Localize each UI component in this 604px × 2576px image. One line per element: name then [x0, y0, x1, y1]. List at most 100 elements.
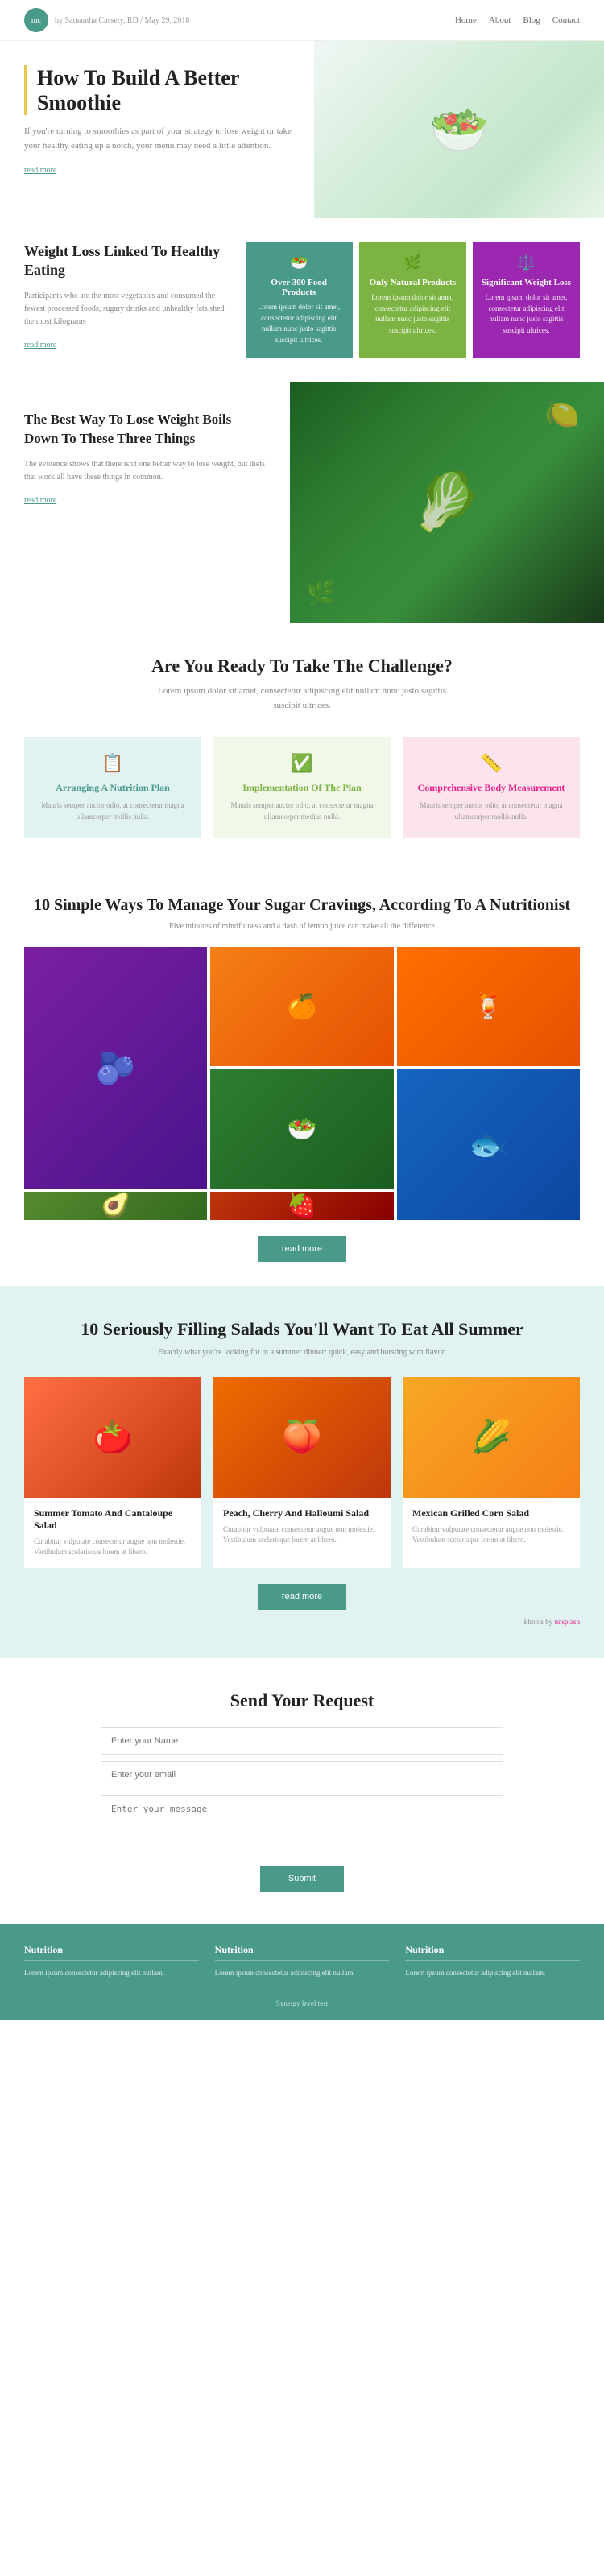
hero-image: 🥗	[314, 41, 604, 218]
footer-col-2-title: Nutrition	[405, 1944, 580, 1961]
challenge-card-1-title: Implementation Of The Plan	[225, 782, 379, 794]
challenge-subtitle: Lorem ipsum dolor sit amet, consectetur …	[149, 684, 455, 713]
photo-cell-1: 🍊	[210, 947, 393, 1066]
feature-card-0: 🥗 Over 300 Food Products Lorem ipsum dol…	[246, 242, 353, 358]
salads-footer: read more Photos by unsplash	[24, 1584, 580, 1626]
sugar-section: 10 Simple Ways To Manage Your Sugar Crav…	[0, 870, 604, 1286]
food-visual-3: 🌿	[306, 579, 336, 607]
footer: Nutrition Lorem ipsum consectetur adipis…	[0, 1924, 604, 2020]
footer-col-0-title: Nutrition	[24, 1944, 199, 1961]
contact-form: Submit	[101, 1727, 503, 1892]
contact-section: Send Your Request Submit	[0, 1658, 604, 1924]
salad-desc-2: Curabitur vulputate consectetur augue no…	[412, 1524, 570, 1546]
photos-by-author[interactable]: unsplash	[555, 1618, 581, 1626]
footer-col-0: Nutrition Lorem ipsum consectetur adipis…	[24, 1944, 199, 1979]
nav-about[interactable]: About	[489, 15, 511, 25]
footer-col-1: Nutrition Lorem ipsum consectetur adipis…	[215, 1944, 390, 1979]
nav-contact[interactable]: Contact	[552, 15, 580, 25]
contact-email-input[interactable]	[101, 1761, 503, 1788]
salad-name-2: Mexican Grilled Corn Salad	[412, 1507, 570, 1520]
salads-readmore-button[interactable]: read more	[258, 1584, 346, 1610]
salads-title: 10 Seriously Filling Salads You'll Want …	[24, 1318, 580, 1342]
salad-desc-0: Curabitur vulputate consectetur augue no…	[34, 1536, 192, 1558]
footer-col-2-text: Lorem ipsum consectetur adipiscing elit …	[405, 1967, 580, 1979]
salads-header: 10 Seriously Filling Salads You'll Want …	[24, 1318, 580, 1357]
photo-cell-3: 🥗	[210, 1069, 393, 1189]
contact-title: Send Your Request	[24, 1690, 580, 1711]
challenge-card-2-text: Mauris semper auctor odio, at consectetu…	[415, 800, 568, 822]
photo-cell-5: 🥑	[24, 1192, 207, 1220]
salad-card-1: 🍑 Peach, Cherry And Halloumi Salad Curab…	[213, 1377, 391, 1568]
weight-loss-section: Weight Loss Linked To Healthy Eating Par…	[0, 218, 604, 382]
challenge-card-1: ✅ Implementation Of The Plan Mauris semp…	[213, 737, 391, 838]
salad-card-2: 🌽 Mexican Grilled Corn Salad Curabitur v…	[403, 1377, 580, 1568]
weight-loss-title: Weight Loss Linked To Healthy Eating	[24, 242, 230, 280]
salad-img-1: 🍑	[213, 1377, 391, 1498]
nav-home[interactable]: Home	[455, 15, 477, 25]
contact-name-input[interactable]	[101, 1727, 503, 1755]
feature-card-0-icon: 🥗	[254, 254, 345, 271]
weight-loss-readmore[interactable]: read more	[24, 341, 56, 349]
salad-cards: 🍅 Summer Tomato And Cantaloupe Salad Cur…	[24, 1377, 580, 1568]
challenge-card-2: 📏 Comprehensive Body Measurement Mauris …	[403, 737, 580, 838]
challenge-card-1-text: Mauris semper auctor odio, at consectetu…	[225, 800, 379, 822]
photo-cell-6: 🍓	[210, 1192, 393, 1220]
hero-content: How To Build A Better Smoothie If you're…	[0, 41, 314, 218]
sugar-readmore-button[interactable]: read more	[258, 1236, 346, 1262]
sugar-subtitle: Five minutes of mindfulness and a dash o…	[24, 922, 580, 931]
best-way-overlay: The Best Way To Lose Weight Boils Down T…	[0, 382, 290, 623]
hero-section: How To Build A Better Smoothie If you're…	[0, 41, 604, 218]
salad-card-0: 🍅 Summer Tomato And Cantaloupe Salad Cur…	[24, 1377, 201, 1568]
feature-card-0-text: Lorem ipsum dolor sit amet, consectetur …	[254, 302, 345, 345]
salad-name-1: Peach, Cherry And Halloumi Salad	[223, 1507, 381, 1520]
photos-by: Photos by unsplash	[24, 1618, 580, 1626]
footer-col-1-text: Lorem ipsum consectetur adipiscing elit …	[215, 1967, 390, 1979]
footer-col-1-title: Nutrition	[215, 1944, 390, 1961]
salad-desc-1: Curabitur vulputate consectetur augue no…	[223, 1524, 381, 1546]
best-way-title: The Best Way To Lose Weight Boils Down T…	[24, 410, 266, 449]
salad-name-0: Summer Tomato And Cantaloupe Salad	[34, 1507, 192, 1532]
best-way-image: 🥬 🍋 🌿	[290, 382, 604, 623]
challenge-section: Are You Ready To Take The Challenge? Lor…	[0, 623, 604, 870]
salad-img-0: 🍅	[24, 1377, 201, 1498]
salad-img-2: 🌽	[403, 1377, 580, 1498]
header-nav: Home About Blog Contact	[455, 15, 580, 25]
photo-cell-2: 🍹	[397, 947, 580, 1066]
salad-content-2: Mexican Grilled Corn Salad Curabitur vul…	[403, 1498, 580, 1556]
best-way-section: The Best Way To Lose Weight Boils Down T…	[0, 382, 604, 623]
feature-card-2-text: Lorem ipsum dolor sit amet, consectetur …	[481, 292, 572, 336]
footer-cols: Nutrition Lorem ipsum consectetur adipis…	[24, 1944, 580, 1979]
salad-content-0: Summer Tomato And Cantaloupe Salad Curab…	[24, 1498, 201, 1568]
challenge-card-0-text: Mauris semper auctor odio, at consectetu…	[36, 800, 189, 822]
header: mc by Samantha Cassety, RD / May 29, 201…	[0, 0, 604, 41]
feature-card-1-text: Lorem ipsum dolor sit amet, consectetur …	[367, 292, 458, 336]
contact-submit-button[interactable]: Submit	[260, 1866, 344, 1892]
best-way-readmore[interactable]: read more	[24, 496, 56, 505]
weight-loss-content: Weight Loss Linked To Healthy Eating Par…	[24, 242, 230, 351]
hero-title: How To Build A Better Smoothie	[24, 65, 294, 115]
challenge-card-0-title: Arranging A Nutrition Plan	[36, 782, 189, 794]
hero-image-decoration: 🥗	[429, 101, 490, 159]
nav-blog[interactable]: Blog	[523, 15, 540, 25]
logo: mc	[24, 8, 48, 32]
challenge-card-1-icon: ✅	[225, 753, 379, 774]
hero-readmore[interactable]: read more	[24, 166, 56, 175]
challenge-title: Are You Ready To Take The Challenge?	[24, 655, 580, 676]
contact-message-input[interactable]	[101, 1795, 503, 1859]
feature-card-1-title: Only Natural Products	[367, 278, 458, 287]
feature-card-2: ⚖️ Significant Weight Loss Lorem ipsum d…	[473, 242, 580, 358]
challenge-cards: 📋 Arranging A Nutrition Plan Mauris semp…	[24, 737, 580, 838]
photo-cell-4: 🐟	[397, 1069, 580, 1220]
salad-content-1: Peach, Cherry And Halloumi Salad Curabit…	[213, 1498, 391, 1556]
best-way-text: The evidence shows that there isn't one …	[24, 458, 266, 484]
photo-cell-0: 🫐	[24, 947, 207, 1189]
food-visual-2: 🍋	[544, 398, 580, 431]
feature-card-0-title: Over 300 Food Products	[254, 278, 345, 297]
challenge-card-2-title: Comprehensive Body Measurement	[415, 782, 568, 794]
feature-card-1-icon: 🌿	[367, 254, 458, 271]
salads-subtitle: Exactly what you're looking for in a sum…	[24, 1348, 580, 1357]
weight-loss-text: Participants who ate the most vegetables…	[24, 290, 230, 329]
feature-card-2-icon: ⚖️	[481, 254, 572, 271]
challenge-card-2-icon: 📏	[415, 753, 568, 774]
feature-card-1: 🌿 Only Natural Products Lorem ipsum dolo…	[359, 242, 466, 358]
